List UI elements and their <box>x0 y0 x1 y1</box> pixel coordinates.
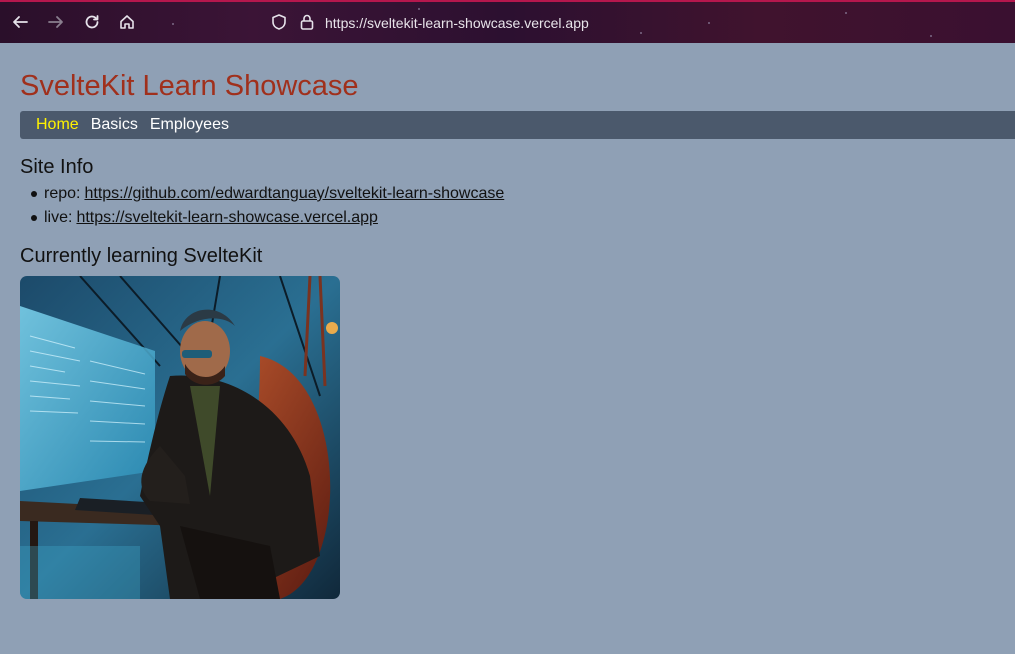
live-label: live: <box>44 209 73 226</box>
site-title: SvelteKit Learn Showcase <box>20 70 359 102</box>
nav-employees[interactable]: Employees <box>150 116 229 134</box>
site-info-heading: Site Info <box>20 156 94 178</box>
forward-arrow-icon[interactable] <box>46 12 66 32</box>
reload-icon[interactable] <box>82 12 102 32</box>
browser-toolbar: https://sveltekit-learn-showcase.vercel.… <box>0 0 1015 43</box>
lock-icon <box>297 12 317 32</box>
repo-label: repo: <box>44 185 81 202</box>
nav-basics[interactable]: Basics <box>91 116 138 134</box>
list-item: live: https://sveltekit-learn-showcase.v… <box>20 206 504 230</box>
site-info-list: repo: https://github.com/edwardtanguay/s… <box>20 182 504 230</box>
nav-home[interactable]: Home <box>36 116 79 134</box>
developer-illustration <box>20 276 340 599</box>
live-link[interactable]: https://sveltekit-learn-showcase.vercel.… <box>76 209 377 227</box>
developer-illustration-art <box>20 276 340 599</box>
home-icon[interactable] <box>117 12 137 32</box>
shield-icon[interactable] <box>269 12 289 32</box>
main-nav: Home Basics Employees <box>20 111 1015 139</box>
learning-heading: Currently learning SvelteKit <box>20 245 263 267</box>
back-arrow-icon[interactable] <box>10 12 30 32</box>
list-item: repo: https://github.com/edwardtanguay/s… <box>20 182 504 206</box>
address-bar-url[interactable]: https://sveltekit-learn-showcase.vercel.… <box>325 15 589 31</box>
repo-link[interactable]: https://github.com/edwardtanguay/sveltek… <box>84 185 504 203</box>
